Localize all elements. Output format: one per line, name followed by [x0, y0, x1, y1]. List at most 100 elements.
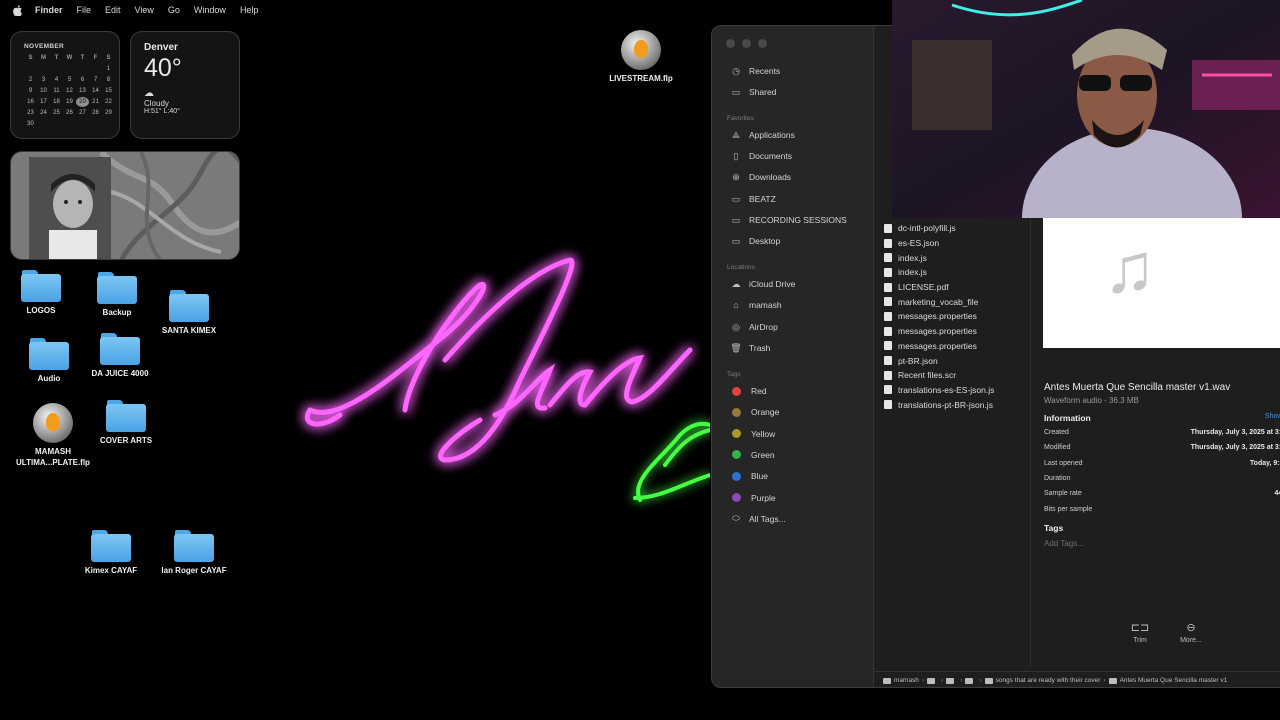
sidebar-item-trash[interactable]: 🗑︎ Trash	[730, 340, 770, 356]
calendar-weekday: S	[106, 55, 111, 61]
airdrop-icon: ◎	[732, 321, 740, 332]
weather-city: Denver	[144, 42, 178, 53]
list-item[interactable]: translations-es-ES-json.js	[884, 383, 994, 398]
folder-icon	[100, 333, 140, 365]
folder-icon: ▭	[731, 193, 741, 204]
desktop-folder-santa-kimex[interactable]: SANTA KIMEX	[139, 290, 239, 336]
fl-studio-project-icon	[33, 403, 73, 443]
menu-go[interactable]: Go	[168, 5, 180, 15]
calendar-day: 7	[93, 77, 98, 83]
list-item[interactable]: index.js	[884, 250, 994, 265]
list-item[interactable]: marketing_vocab_file	[884, 294, 994, 309]
sidebar-tag-orange[interactable]: Orange	[730, 404, 779, 420]
file-info-panel: Antes Muerta Que Sencilla master v1.wav …	[1044, 382, 1280, 548]
more-button[interactable]: ⊖ More...	[1171, 621, 1211, 644]
photo-widget[interactable]	[10, 151, 240, 260]
desktop-folder-da-juice[interactable]: DA JUICE 4000	[70, 333, 170, 379]
calendar-day: 11	[53, 88, 60, 94]
info-row: CreatedThursday, July 3, 2025 at 3:52A	[1044, 429, 1280, 437]
sidebar-tag-yellow[interactable]: Yellow	[730, 426, 775, 442]
sidebar-item-mamash[interactable]: ⌂ mamash	[730, 297, 781, 313]
sidebar-item-icloud[interactable]: ☁ iCloud Drive	[730, 276, 796, 292]
calendar-day: 16	[27, 99, 34, 105]
weather-widget[interactable]: Denver 40° ☁ Cloudy H:51° L:40°	[130, 31, 240, 139]
menu-help[interactable]: Help	[240, 5, 259, 15]
tags-section-header: Tags	[1044, 522, 1064, 533]
sidebar-item-beatz[interactable]: ▭ BEATZ	[730, 191, 776, 207]
sidebar-tag-blue[interactable]: Blue	[730, 468, 768, 484]
document-icon	[884, 311, 892, 321]
menu-finder[interactable]: Finder	[35, 5, 63, 15]
folder-icon[interactable]	[965, 677, 974, 684]
sidebar-item-shared[interactable]: ▭ Shared	[730, 84, 777, 100]
shared-folder-icon: ▭	[731, 86, 741, 97]
sidebar-item-desktop[interactable]: ▭ Desktop	[730, 233, 780, 249]
tag-color-dot-icon	[732, 386, 741, 396]
folder-icon[interactable]	[946, 677, 955, 684]
menu-edit[interactable]: Edit	[105, 5, 121, 15]
sidebar-header-favorites: Favorites	[727, 115, 754, 122]
calendar-day: 22	[105, 99, 112, 105]
calendar-day: 14	[92, 88, 99, 94]
calendar-widget[interactable]: NOVEMBER S M T W T F S 1 2 3 4 5 6 7 8 9 10 11 12 13 14 15 16 1…	[10, 31, 120, 139]
zoom-button[interactable]	[758, 39, 767, 48]
applications-icon: ⟁	[731, 129, 741, 140]
sidebar-tag-purple[interactable]: Purple	[730, 490, 776, 506]
calendar-day: 26	[66, 110, 73, 116]
list-item[interactable]: messages.properties	[884, 339, 994, 354]
menu-window[interactable]: Window	[194, 5, 226, 15]
trim-button[interactable]: ⊏⊐ Trim	[1120, 621, 1160, 644]
folder-icon	[21, 270, 61, 302]
add-tags-field[interactable]: Add Tags...	[1044, 539, 1280, 548]
apple-menu-icon[interactable]	[13, 5, 23, 17]
list-item[interactable]: messages.properties	[884, 324, 994, 339]
preview-filename: Antes Muerta Que Sencilla master v1.wav	[1044, 382, 1231, 393]
calendar-day: 29	[105, 110, 112, 116]
calendar-day: 24	[40, 110, 47, 116]
menu-file[interactable]: File	[77, 5, 92, 15]
sidebar-tag-green[interactable]: Green	[730, 447, 775, 463]
document-icon	[884, 326, 892, 336]
list-item[interactable]: LICENSE.pdf	[884, 280, 994, 295]
list-item[interactable]: pt-BR.json	[884, 353, 994, 368]
calendar-day	[37, 64, 50, 74]
close-button[interactable]	[726, 39, 735, 48]
list-item[interactable]: dc-intl-polyfill.js	[884, 221, 994, 236]
desktop-folder-cover-arts[interactable]: COVER ARTS	[76, 400, 176, 446]
desktop-folder-ian-roger-cayaf[interactable]: Ian Roger CAYAF	[144, 530, 244, 576]
list-item[interactable]: Recent files.scr	[884, 368, 994, 383]
list-item[interactable]: es-ES.json	[884, 236, 994, 251]
show-more-link[interactable]: Show Mo	[1265, 413, 1280, 423]
sidebar-item-downloads[interactable]: ⊕ Downloads	[730, 169, 791, 185]
list-item[interactable]: messages.properties	[884, 309, 994, 324]
path-segment-songs-folder[interactable]: songs that are ready with their cover	[996, 677, 1101, 684]
desktop-icon-livestream[interactable]: LIVESTREAM.flp	[591, 30, 691, 84]
minimize-button[interactable]	[742, 39, 751, 48]
tag-color-dot-icon	[732, 450, 741, 460]
calendar-today: 20	[76, 97, 89, 107]
weather-hilo: H:51° L:40°	[144, 108, 180, 115]
sidebar-header-tags: Tags	[727, 371, 741, 378]
sidebar-item-documents[interactable]: ▯ Documents	[730, 148, 792, 164]
list-item[interactable]: translations-pt-BR-json.js	[884, 397, 994, 412]
trash-icon: 🗑︎	[730, 342, 742, 353]
document-icon	[1108, 677, 1117, 684]
path-segment-mamash[interactable]: mamash	[894, 677, 919, 684]
sidebar-tag-alltags[interactable]: ⬭ All Tags...	[730, 511, 786, 527]
document-icon	[884, 238, 892, 248]
sidebar-item-recording-sessions[interactable]: ▭ RECORDING SESSIONS	[730, 212, 847, 228]
column-divider[interactable]	[1030, 216, 1031, 666]
sidebar-tag-red[interactable]: Red	[730, 383, 767, 399]
calendar-day: 28	[92, 110, 99, 116]
folder-icon[interactable]	[927, 677, 936, 684]
path-segment-file[interactable]: Antes Muerta Que Sencilla master v1	[1120, 677, 1228, 684]
sidebar-item-airdrop[interactable]: ◎ AirDrop	[730, 319, 778, 335]
sidebar-item-applications[interactable]: ⟁ Applications	[730, 127, 795, 143]
menu-view[interactable]: View	[135, 5, 154, 15]
calendar-day: 6	[80, 77, 85, 83]
folder-icon: ▭	[731, 214, 741, 225]
tag-color-dot-icon	[732, 429, 741, 439]
sidebar-item-recents[interactable]: ◷ Recents	[730, 63, 780, 79]
document-icon	[884, 253, 892, 263]
list-item[interactable]: index.js	[884, 265, 994, 280]
